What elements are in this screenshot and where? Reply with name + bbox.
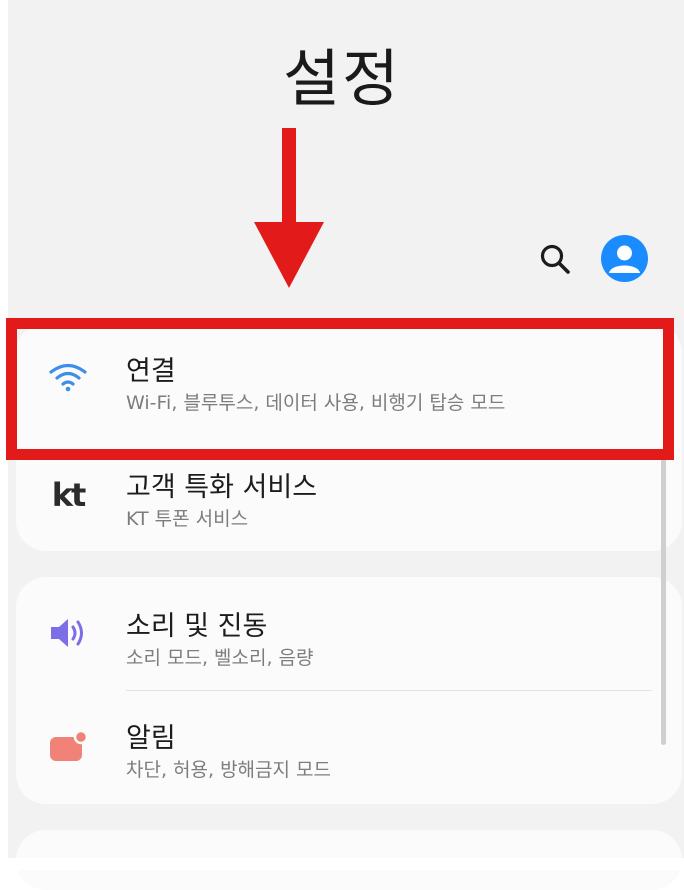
item-title: 연결	[126, 356, 176, 387]
scrollbar[interactable]	[661, 455, 666, 745]
wifi-icon	[46, 355, 90, 399]
settings-item-kt-services[interactable]: kt 고객 특화 서비스 KT 투폰 서비스	[16, 440, 682, 551]
item-title: 고객 특화 서비스	[126, 472, 318, 503]
search-icon	[540, 244, 570, 274]
item-title: 알림	[126, 723, 176, 754]
notification-icon	[46, 725, 90, 769]
item-subtitle: 소리 모드, 벨소리, 음량	[126, 647, 314, 669]
settings-item-connections[interactable]: 연결 Wi-Fi, 블루투스, 데이터 사용, 비행기 탑승 모드	[16, 323, 682, 440]
account-icon	[609, 245, 640, 273]
item-subtitle: KT 투폰 서비스	[126, 508, 249, 530]
item-subtitle: 차단, 허용, 방해금지 모드	[126, 759, 331, 781]
item-subtitle: Wi-Fi, 블루투스, 데이터 사용, 비행기 탑승 모드	[126, 392, 506, 414]
search-button[interactable]	[538, 242, 572, 276]
account-button[interactable]	[601, 235, 648, 282]
settings-item-sounds[interactable]: 소리 및 진동 소리 모드, 벨소리, 음량	[16, 577, 682, 690]
page-title: 설정	[282, 42, 402, 115]
speaker-icon	[46, 611, 90, 655]
kt-logo-icon: kt	[51, 476, 87, 514]
settings-item-notifications[interactable]: 알림 차단, 허용, 방해금지 모드	[16, 691, 682, 804]
item-title: 소리 및 진동	[126, 611, 268, 642]
settings-group-1: 연결 Wi-Fi, 블루투스, 데이터 사용, 비행기 탑승 모드 kt 고객 …	[16, 323, 682, 551]
annotation-arrow-icon	[254, 128, 324, 288]
settings-group-2: 소리 및 진동 소리 모드, 벨소리, 음량 알림 차단, 허용, 방해금지 모…	[16, 577, 682, 804]
bottom-edge	[0, 858, 684, 870]
